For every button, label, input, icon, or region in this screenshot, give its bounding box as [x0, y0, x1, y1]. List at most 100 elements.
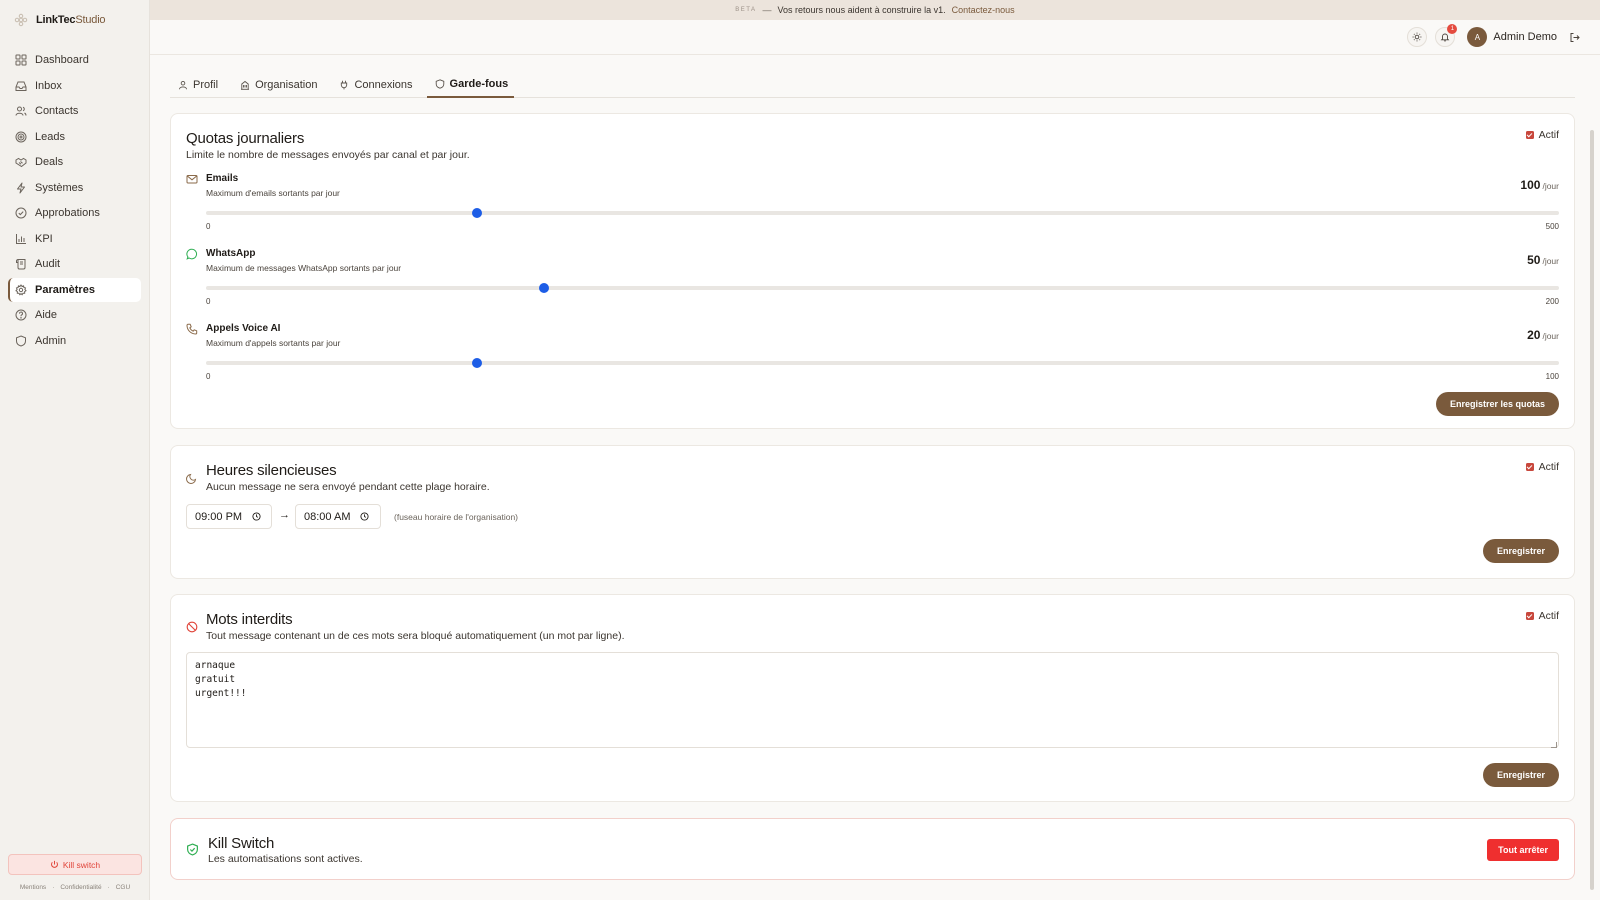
time-value: 08:00 AM	[304, 510, 351, 523]
ban-icon	[186, 621, 198, 633]
contact-link[interactable]: Contactez-nous	[952, 5, 1015, 15]
brand[interactable]: LinkTecStudio	[0, 0, 149, 40]
shield-icon	[15, 334, 27, 347]
beta-banner: BETA — Vos retours nous aident à constru…	[150, 0, 1600, 20]
page-scrollbar[interactable]	[1590, 130, 1594, 890]
range-arrow: →	[279, 509, 290, 521]
quota-description: Maximum d'appels sortants par jour	[206, 338, 341, 348]
tab-garde-fous[interactable]: Garde-fous	[426, 72, 515, 98]
quota-unit: /jour	[1542, 181, 1559, 191]
card-description: Aucun message ne sera envoyé pendant cet…	[206, 481, 490, 493]
slider-thumb[interactable]	[539, 283, 550, 293]
sidebar-item-deals[interactable]: Deals	[8, 150, 141, 174]
building-icon	[240, 80, 250, 90]
grid-icon	[15, 54, 27, 66]
sidebar-item-label: KPI	[35, 232, 53, 245]
banner-dash: —	[762, 5, 772, 15]
user-name: Admin Demo	[1493, 31, 1557, 43]
sidebar-item-label: Approbations	[35, 207, 100, 219]
quota-number: 50	[1527, 253, 1541, 267]
sidebar-item-parametres[interactable]: Paramètres	[8, 277, 141, 302]
sidebar-item-label: Aide	[35, 309, 58, 321]
sidebar-item-aide[interactable]: Aide	[8, 303, 141, 327]
quiet-hours-active-toggle[interactable]: Actif	[1525, 461, 1559, 473]
sidebar-item-dashboard[interactable]: Dashboard	[8, 48, 141, 72]
checkbox[interactable]	[1525, 463, 1534, 471]
quota-label: WhatsApp	[206, 248, 256, 259]
banned-words-card: Mots interdits Tout message contenant un…	[170, 594, 1575, 802]
banned-words-active-toggle[interactable]: Actif	[1525, 610, 1559, 622]
sidebar-item-audit[interactable]: Audit	[8, 252, 141, 276]
mail-icon	[186, 173, 198, 185]
voice-quota-slider[interactable]	[206, 358, 1559, 368]
sidebar: LinkTecStudio Dashboard Inbox Contacts L…	[0, 0, 150, 900]
quota-number: 20	[1527, 328, 1541, 342]
power-icon	[50, 860, 59, 869]
sidebar-item-label: Systèmes	[35, 181, 84, 194]
clock-icon[interactable]	[360, 512, 370, 521]
scroll-icon	[15, 258, 27, 270]
tab-profil[interactable]: Profil	[170, 72, 224, 98]
legal-links: Mentions · Confidentialité · CGU	[0, 884, 150, 891]
slider-min-label: 0	[206, 372, 211, 381]
save-quotas-button[interactable]: Enregistrer les quotas	[1435, 392, 1559, 416]
save-banned-words-button[interactable]: Enregistrer	[1482, 763, 1559, 787]
tab-connexions[interactable]: Connexions	[331, 72, 418, 98]
sidebar-item-label: Paramètres	[35, 283, 95, 296]
sidebar-item-contacts[interactable]: Contacts	[8, 99, 141, 123]
sidebar-item-approbations[interactable]: Approbations	[8, 201, 141, 225]
tab-organisation[interactable]: Organisation	[232, 72, 323, 98]
sidebar-kill-switch-button[interactable]: Kill switch	[8, 854, 142, 875]
slider-thumb[interactable]	[471, 358, 482, 368]
sidebar-item-label: Inbox	[35, 79, 62, 92]
checkbox[interactable]	[1525, 131, 1534, 139]
legal-link-confidentialite[interactable]: Confidentialité	[60, 884, 101, 891]
user-menu[interactable]: A Admin Demo	[1467, 27, 1557, 47]
bolt-icon	[15, 182, 27, 194]
notification-badge: 1	[1447, 24, 1458, 34]
save-quiet-hours-button[interactable]: Enregistrer	[1482, 539, 1559, 563]
logout-icon[interactable]	[1569, 32, 1580, 43]
flower-logo-icon	[14, 13, 28, 27]
sidebar-item-label: Audit	[35, 258, 61, 270]
tab-label: Profil	[193, 79, 219, 91]
check-circle-icon	[15, 207, 27, 219]
email-quota-slider[interactable]	[206, 208, 1559, 218]
sidebar-item-inbox[interactable]: Inbox	[8, 74, 141, 98]
whatsapp-quota-slider[interactable]	[206, 283, 1559, 293]
sidebar-item-kpi[interactable]: KPI	[8, 227, 141, 251]
active-label: Actif	[1538, 461, 1559, 473]
stop-all-button[interactable]: Tout arrêter	[1487, 839, 1559, 861]
handshake-icon	[15, 156, 27, 168]
legal-separator: ·	[107, 884, 110, 891]
slider-max-label: 500	[1545, 222, 1559, 231]
sidebar-item-label: Leads	[35, 130, 65, 143]
checkbox[interactable]	[1525, 612, 1534, 620]
resize-handle[interactable]	[1551, 742, 1557, 748]
legal-link-cgu[interactable]: CGU	[116, 884, 130, 891]
sidebar-item-systemes[interactable]: Systèmes	[8, 176, 141, 200]
card-title: Mots interdits	[206, 611, 293, 628]
sidebar-item-label: Dashboard	[35, 54, 89, 66]
quota-unit: /jour	[1542, 331, 1559, 341]
time-value: 09:00 PM	[195, 510, 243, 523]
legal-link-mentions[interactable]: Mentions	[20, 884, 46, 891]
banned-words-textarea[interactable]: arnaque gratuit urgent!!!	[186, 652, 1559, 748]
theme-toggle-button[interactable]	[1407, 27, 1428, 47]
banner-text: Vos retours nous aident à construire la …	[777, 5, 946, 15]
avatar: A	[1467, 27, 1488, 47]
quota-number: 100	[1520, 178, 1541, 192]
quotas-active-toggle[interactable]: Actif	[1525, 129, 1559, 141]
notifications-button[interactable]: 1	[1435, 24, 1458, 47]
moon-icon	[186, 472, 198, 484]
help-circle-icon	[15, 309, 27, 321]
quota-unit: /jour	[1542, 256, 1559, 266]
sidebar-item-label: Contacts	[35, 105, 79, 117]
clock-icon[interactable]	[252, 512, 261, 521]
slider-thumb[interactable]	[471, 208, 482, 218]
card-title: Kill Switch	[208, 835, 275, 852]
sidebar-item-leads[interactable]: Leads	[8, 125, 141, 149]
quiet-end-time-input[interactable]: 08:00 AM	[295, 504, 381, 529]
quiet-start-time-input[interactable]: 09:00 PM	[186, 504, 272, 529]
sidebar-item-admin[interactable]: Admin	[8, 329, 141, 353]
